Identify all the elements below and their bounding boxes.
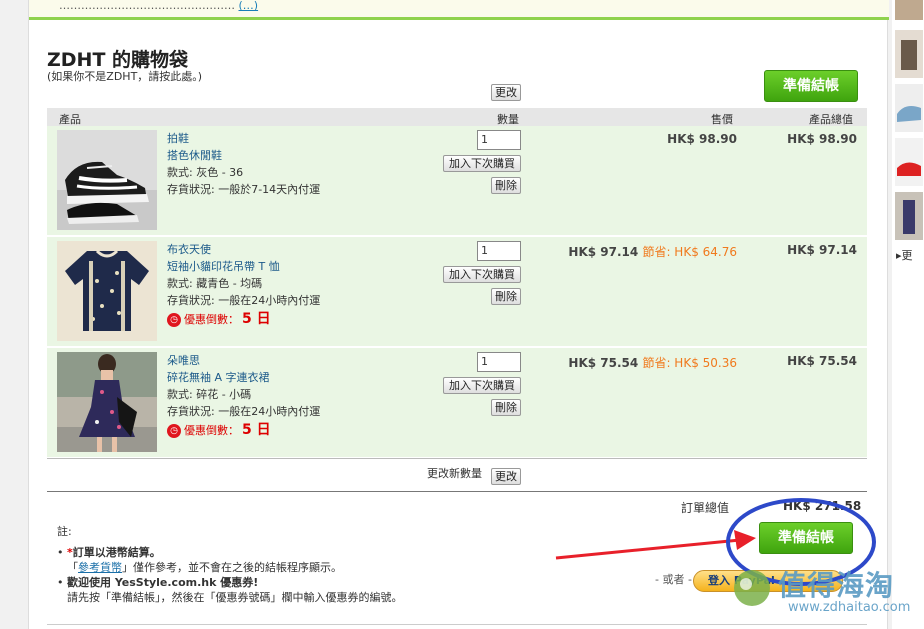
page: ………………………………………… (…) ZDHT 的購物袋 (如果你不是ZDH… bbox=[0, 0, 924, 629]
watermark-text: 值得海淘 bbox=[778, 569, 895, 602]
annotation-arrow-line bbox=[555, 538, 741, 560]
watermark: 值得海淘 www.zdhaitao.com bbox=[724, 560, 924, 625]
watermark-logo-icon bbox=[734, 570, 770, 606]
watermark-url: www.zdhaitao.com bbox=[788, 600, 911, 615]
